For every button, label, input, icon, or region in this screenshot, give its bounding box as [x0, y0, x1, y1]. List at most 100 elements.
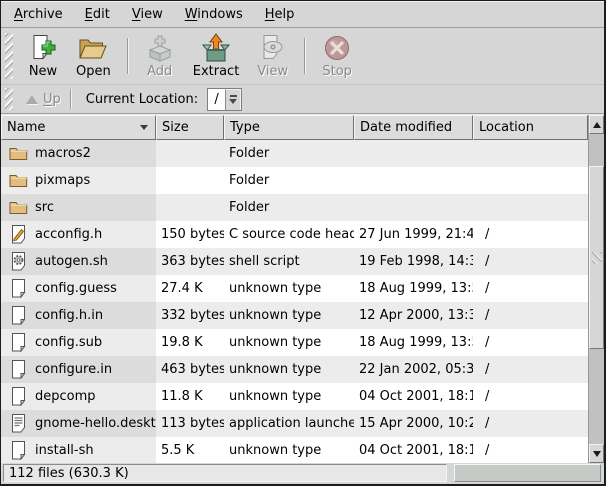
type-cell: Folder [224, 140, 354, 167]
column-header-location[interactable]: Location [473, 115, 588, 140]
size-cell: 27.4 K [156, 275, 224, 302]
table-row[interactable]: pixmapsFolder [1, 167, 588, 194]
stop-button: Stop [313, 29, 361, 83]
table-row[interactable]: macros2 Folder [1, 140, 588, 167]
size-cell: 19.8 K [156, 329, 224, 356]
menu-help[interactable]: Help [254, 2, 306, 27]
size-cell: 463 bytes [156, 356, 224, 383]
new-archive-icon [28, 32, 58, 63]
toolbar-separator [127, 38, 129, 74]
table-row[interactable]: config.h.in332 bytesunknown type12 Apr 2… [1, 302, 588, 329]
date-modified-cell: 15 Apr 2000, 10:21 [354, 410, 473, 437]
scrollbar-thumb[interactable] [589, 166, 604, 349]
location-bar-separator [70, 89, 72, 109]
file-name: install-sh [35, 443, 94, 458]
file-list-viewport: macros2FolderpixmapsFoldersrcFolderaccon… [1, 140, 588, 463]
progress-area [454, 464, 601, 482]
sort-down-arrow-icon [140, 125, 148, 130]
toolbar-button-label: Add [147, 64, 172, 79]
file-icon [8, 333, 28, 352]
location-bar-drag-handle[interactable] [5, 88, 13, 110]
date-modified-cell: 12 Apr 2000, 13:36 [354, 302, 473, 329]
file-name: config.guess [35, 281, 117, 296]
date-modified-cell: 19 Feb 1998, 14:31 [354, 248, 473, 275]
type-cell: unknown type [224, 302, 354, 329]
file-icon [8, 360, 28, 379]
table-row[interactable]: install-sh5.5 Kunknown type04 Oct 2001, … [1, 437, 588, 463]
table-row[interactable]: gnome-hello.desktop113 bytesapplication … [1, 410, 588, 437]
name-cell: pixmaps [1, 167, 156, 194]
file-icon [8, 387, 28, 406]
file-icon [8, 306, 28, 325]
location-cell: / [473, 275, 588, 302]
date-modified-cell: 27 Jun 1999, 21:49 [354, 221, 473, 248]
extract-button[interactable]: Extract [184, 29, 249, 83]
type-cell: application launcher [224, 410, 354, 437]
name-cell: macros2 [1, 140, 156, 167]
current-location-label: Current Location: [86, 92, 198, 107]
name-cell: autogen.sh [1, 248, 156, 275]
scrollbar-trough[interactable] [589, 134, 604, 444]
column-header-name[interactable]: Name [1, 115, 156, 140]
status-message-frame: 112 files (630.3 K) [3, 464, 447, 482]
type-cell: unknown type [224, 275, 354, 302]
size-cell: 363 bytes [156, 248, 224, 275]
name-cell: install-sh [1, 437, 156, 463]
combo-dropdown-icon[interactable] [225, 89, 241, 110]
current-location-combo[interactable]: / [207, 88, 242, 111]
scroll-down-icon [593, 451, 601, 457]
table-row[interactable]: configure.in 463 bytesunknown type22 Jan … [1, 356, 588, 383]
column-header-type[interactable]: Type [224, 115, 354, 140]
toolbar-button-label: Open [76, 64, 111, 79]
date-modified-cell: 22 Jan 2002, 05:35 [354, 356, 473, 383]
vertical-scrollbar[interactable] [588, 115, 604, 463]
file-icon [8, 279, 28, 298]
table-row[interactable]: src Folder [1, 194, 588, 221]
scroll-down-button[interactable] [589, 444, 604, 463]
open-archive-icon [77, 32, 109, 63]
new-button[interactable]: New [19, 29, 67, 83]
type-cell: unknown type [224, 356, 354, 383]
menu-view[interactable]: View [121, 2, 174, 27]
file-name: configure.in [35, 362, 112, 377]
location-cell: / [473, 356, 588, 383]
view-button: View [248, 29, 297, 83]
menu-archive[interactable]: Archive [3, 2, 74, 27]
size-cell: 5.5 K [156, 437, 224, 463]
table-row[interactable]: config.sub19.8 Kunknown type18 Aug 1999,… [1, 329, 588, 356]
name-cell: configure.in [1, 356, 156, 383]
menu-windows[interactable]: Windows [174, 2, 254, 27]
table-row[interactable]: depcomp11.8 Kunknown type04 Oct 2001, 18… [1, 383, 588, 410]
size-cell [156, 194, 224, 221]
location-cell: / [473, 437, 588, 463]
file-name: config.sub [35, 335, 102, 350]
table-row[interactable]: config.guess 27.4 Kunknown type18 Aug 199… [1, 275, 588, 302]
date-modified-cell: 04 Oct 2001, 18:12 [354, 437, 473, 463]
toolbar-drag-handle[interactable] [5, 33, 13, 79]
stop-icon [322, 32, 352, 63]
extract-icon [200, 32, 232, 63]
table-row[interactable]: autogen.sh363 bytesshell script19 Feb 19… [1, 248, 588, 275]
size-cell [156, 140, 224, 167]
archive-manager-window: ArchiveEditViewWindowsHelp NewOpenAddExt… [0, 0, 606, 486]
current-location-value: / [208, 89, 225, 110]
size-cell: 150 bytes [156, 221, 224, 248]
file-name: src [35, 200, 54, 215]
location-cell: / [473, 221, 588, 248]
name-cell: config.guess [1, 275, 156, 302]
folder-icon [8, 173, 28, 188]
scroll-up-button[interactable] [589, 115, 604, 134]
type-cell: shell script [224, 248, 354, 275]
date-modified-cell: 18 Aug 1999, 13:53 [354, 329, 473, 356]
table-row[interactable]: acconfig.h150 bytesC source code header2… [1, 221, 588, 248]
up-arrow-icon [26, 95, 38, 104]
size-cell [156, 167, 224, 194]
column-header-date-modified[interactable]: Date modified [354, 115, 473, 140]
type-cell: Folder [224, 194, 354, 221]
folder-icon [8, 200, 28, 215]
open-button[interactable]: Open [67, 29, 120, 83]
column-header-size[interactable]: Size [156, 115, 224, 140]
menu-edit[interactable]: Edit [74, 2, 121, 27]
type-cell: C source code header [224, 221, 354, 248]
date-modified-cell: 18 Aug 1999, 13:53 [354, 275, 473, 302]
